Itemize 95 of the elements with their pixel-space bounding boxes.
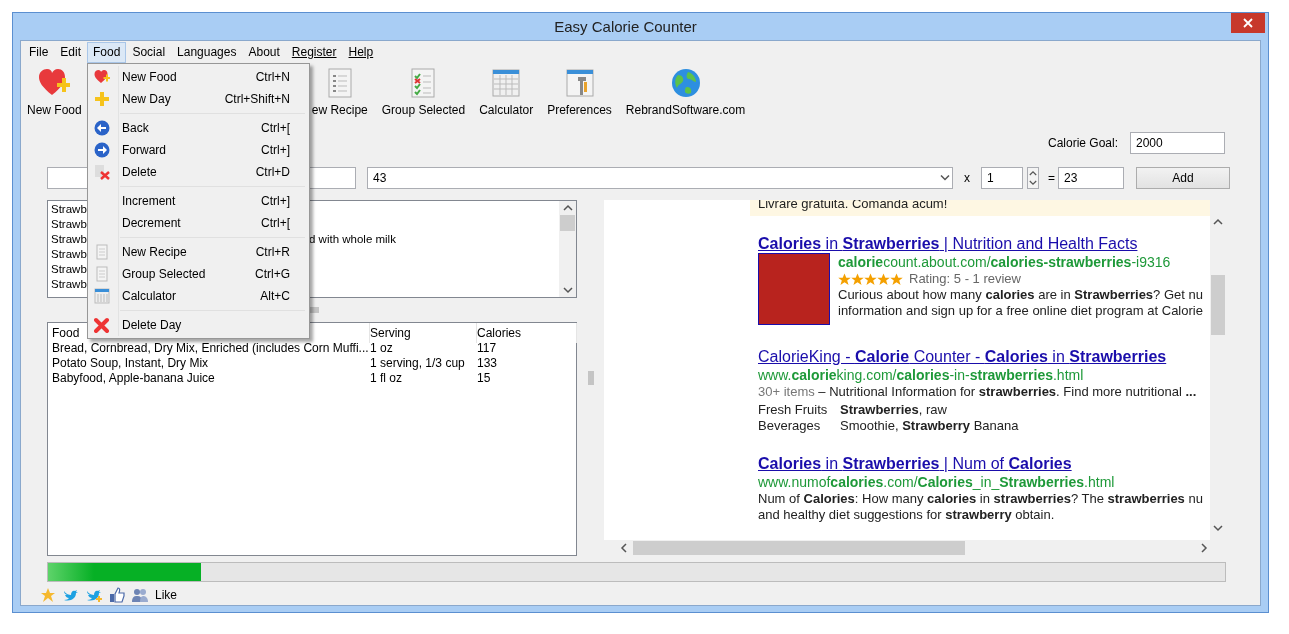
spin-up-icon <box>1029 170 1037 176</box>
list-item-text: d with whole milk <box>309 232 397 247</box>
toolbar-button[interactable]: RebrandSoftware.com <box>625 63 746 117</box>
menu-item[interactable]: Decrement Ctrl+[ <box>90 212 307 234</box>
menu-item[interactable]: Social <box>126 41 172 63</box>
menu-item[interactable]: Forward Ctrl+] <box>90 139 307 161</box>
calorie-goal-label: Calorie Goal: <box>1047 136 1118 150</box>
table-cell-text: 1 fl oz <box>370 371 403 386</box>
menu-item[interactable]: Languages <box>171 41 243 63</box>
menu-item[interactable]: Delete Day <box>90 314 307 336</box>
column-header[interactable]: Serving <box>370 323 477 343</box>
bird-icon[interactable] <box>63 587 79 603</box>
window-hammer-icon <box>563 67 596 99</box>
scroll-thumb[interactable] <box>1211 275 1225 335</box>
window-title: Easy Calorie Counter <box>553 18 698 35</box>
people-icon[interactable] <box>132 587 148 603</box>
table-cell-text: Babyfood, Apple-banana Juice <box>52 371 216 386</box>
close-icon <box>1243 18 1253 28</box>
toolbar-button[interactable]: Calculator <box>479 63 534 117</box>
like-link[interactable]: Like <box>155 588 177 602</box>
table-value: Smoothie, Strawberry Banana <box>840 418 1020 434</box>
spin-down-icon <box>1029 180 1037 186</box>
toolbar-button[interactable]: Group Selected <box>381 63 466 117</box>
result-snippet: Num of Calories: How many calories in strawberries? The strawberries nu <box>758 491 1204 507</box>
quantity-field[interactable]: 1 <box>981 167 1023 189</box>
column-header[interactable]: Calories <box>477 323 577 343</box>
thumbs-up-icon[interactable] <box>109 587 125 603</box>
result-link[interactable]: Calories in Strawberries | Nutrition and Health Facts <box>758 234 1138 253</box>
toolbar-button[interactable]: New Food <box>27 63 82 117</box>
table-cell-text: 15 <box>477 371 492 386</box>
menu-item[interactable]: Delete Ctrl+D <box>90 161 307 183</box>
result-url: caloriecount.about.com/calories-strawberries-i9316 <box>838 253 1172 271</box>
star-icon <box>890 272 903 286</box>
table-cell-text: 1 oz <box>370 341 394 356</box>
add-button[interactable]: Add <box>1136 167 1230 189</box>
result-meta: 30+ items <box>758 384 815 399</box>
rating-text: Rating: 5 - 1 review <box>909 271 1021 287</box>
result-url: www.calorieking.com/calories-in-strawberries.html <box>758 366 1085 384</box>
photo-placeholder <box>758 253 830 325</box>
menu-item[interactable]: Calculator Alt+C <box>90 285 307 307</box>
table-grid-icon <box>94 288 110 304</box>
globe-icon <box>669 67 702 99</box>
caret-icon <box>940 174 950 182</box>
menu-item[interactable]: Edit <box>54 41 88 63</box>
table-label: Fresh Fruits <box>758 402 829 418</box>
close-button[interactable] <box>1231 13 1265 33</box>
document-icon <box>94 244 110 260</box>
food-dropdown[interactable]: 43 <box>367 167 953 189</box>
menu-item[interactable]: Back Ctrl+[ <box>90 117 307 139</box>
result-snippet: information and sign up for a free online diet program at Calorie <box>838 303 1203 319</box>
menu-item[interactable]: Food <box>87 41 127 63</box>
menu-item[interactable]: Group Selected Ctrl+G <box>90 263 307 285</box>
table-cell: Bread, Cornbread, Dry Mix, Enriched (includes Corn Muffi... <box>52 341 370 356</box>
result-link[interactable]: Calories in Strawberries | Num of Calories <box>758 454 1072 473</box>
menu-item[interactable]: Help <box>342 41 380 63</box>
star-icon <box>851 272 864 286</box>
result-url: www.numofcalories.com/Calories_in_Strawberries.html <box>758 473 1116 491</box>
menu-item[interactable]: File <box>23 41 55 63</box>
menu-item[interactable]: About <box>242 41 286 63</box>
equals-sign: = <box>1048 171 1056 185</box>
spinner[interactable] <box>1027 167 1039 189</box>
result-field: 23 <box>1058 167 1124 189</box>
x-mark-icon <box>94 317 110 333</box>
document-delete-icon <box>94 164 110 180</box>
result-link[interactable]: CalorieKing - Calorie Counter - Calories in Strawberries <box>758 347 1167 366</box>
spreadsheet-icon <box>490 67 523 99</box>
splitter-grip-icon <box>587 371 594 385</box>
result-snippet: and healthy diet suggestions for strawberry obtain. <box>758 507 1056 523</box>
menu-item[interactable]: Increment Ctrl+] <box>90 190 307 212</box>
table-cell-text: 117 <box>477 341 498 356</box>
table-cell-text: Potato Soup, Instant, Dry Mix <box>52 356 210 371</box>
star-icon[interactable] <box>40 587 56 603</box>
result-snippet: – Nutritional Information for strawberries. Find more nutritional ... <box>818 384 1197 399</box>
table-value: Strawberries, raw <box>840 402 948 418</box>
document-icon <box>94 266 110 282</box>
star-icon <box>877 272 890 286</box>
plus-icon <box>94 91 110 107</box>
result-snippet: Curious about how many calories are in Strawberries? Get nu <box>838 287 1203 303</box>
menu-item[interactable]: New Recipe Ctrl+R <box>90 241 307 263</box>
star-icon <box>864 272 877 286</box>
star-icon <box>838 272 851 286</box>
table-cell-text: 1 serving, 1/3 cup <box>370 356 466 371</box>
table-label: Beverages <box>758 418 822 434</box>
menu-item[interactable]: Register <box>285 41 343 63</box>
toolbar-button[interactable]: Preferences <box>547 63 612 117</box>
heart-plus-icon <box>94 69 110 85</box>
scroll-thumb[interactable] <box>633 541 965 555</box>
table-cell-text: 133 <box>477 356 499 371</box>
bird-plus-icon[interactable] <box>86 587 102 603</box>
toolbar-button[interactable]: ew Recipe <box>311 63 368 117</box>
scroll-thumb[interactable] <box>560 215 575 231</box>
menu-item[interactable]: New Food Ctrl+N <box>90 66 307 88</box>
times-sign: x <box>964 171 971 185</box>
calorie-goal-field[interactable]: 2000 <box>1130 132 1225 154</box>
menu-item[interactable]: New Day Ctrl+Shift+N <box>90 88 307 110</box>
